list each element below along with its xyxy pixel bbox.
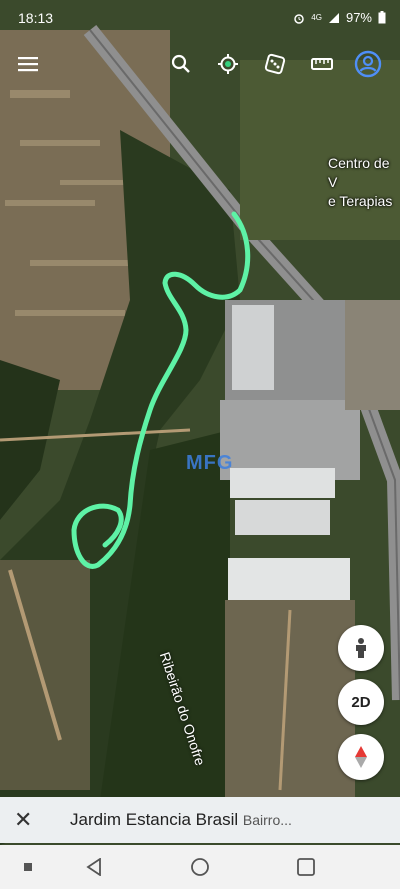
back-triangle-icon[interactable] [80, 853, 108, 881]
compass-button[interactable] [338, 734, 384, 780]
watermark-logo: MFG [186, 452, 233, 475]
close-icon[interactable]: ✕ [14, 807, 32, 833]
network-type: 4G [311, 13, 322, 22]
map-toolbar [0, 48, 400, 84]
voyager-icon[interactable] [212, 48, 244, 80]
overview-square-icon[interactable] [292, 853, 320, 881]
search-icon[interactable] [165, 48, 197, 80]
account-icon[interactable] [352, 48, 384, 80]
place-label[interactable]: Centro de V e Terapias [328, 154, 400, 211]
search-query-text: Jardim Estancia Brasil [70, 810, 239, 829]
battery-percent: 97% [345, 10, 372, 25]
street-view-pegman-button[interactable] [338, 625, 384, 671]
search-result-bar[interactable]: ✕ Jardim Estancia Brasil Bairro... [0, 797, 400, 843]
android-nav-bar [0, 845, 400, 889]
map-imagery [0, 0, 400, 845]
compass-icon [355, 746, 367, 768]
status-bar: 18:13 4G 97% [0, 0, 400, 36]
alarm-icon [294, 13, 305, 24]
home-circle-icon[interactable] [186, 853, 214, 881]
place-label-line-1: Centro de V [328, 155, 390, 190]
pegman-icon [356, 638, 366, 658]
search-query[interactable]: Jardim Estancia Brasil Bairro... [70, 810, 292, 830]
place-label-line-2: e Terapias [328, 193, 393, 209]
menu-icon[interactable] [12, 48, 44, 80]
satellite-map[interactable]: Centro de V e Terapias Ribeirão do Onofr… [0, 0, 400, 845]
dimension-toggle-button[interactable]: 2D [338, 679, 384, 725]
recents-square-icon[interactable] [14, 853, 42, 881]
signal-icon [328, 12, 339, 23]
random-dice-icon[interactable] [259, 48, 291, 80]
watermark-text: MFG [186, 452, 234, 474]
search-subtitle: Bairro... [242, 812, 292, 828]
status-icons: 4G 97% [293, 10, 386, 25]
battery-icon [378, 11, 386, 24]
ruler-icon[interactable] [306, 48, 338, 80]
status-time: 18:13 [18, 10, 54, 26]
